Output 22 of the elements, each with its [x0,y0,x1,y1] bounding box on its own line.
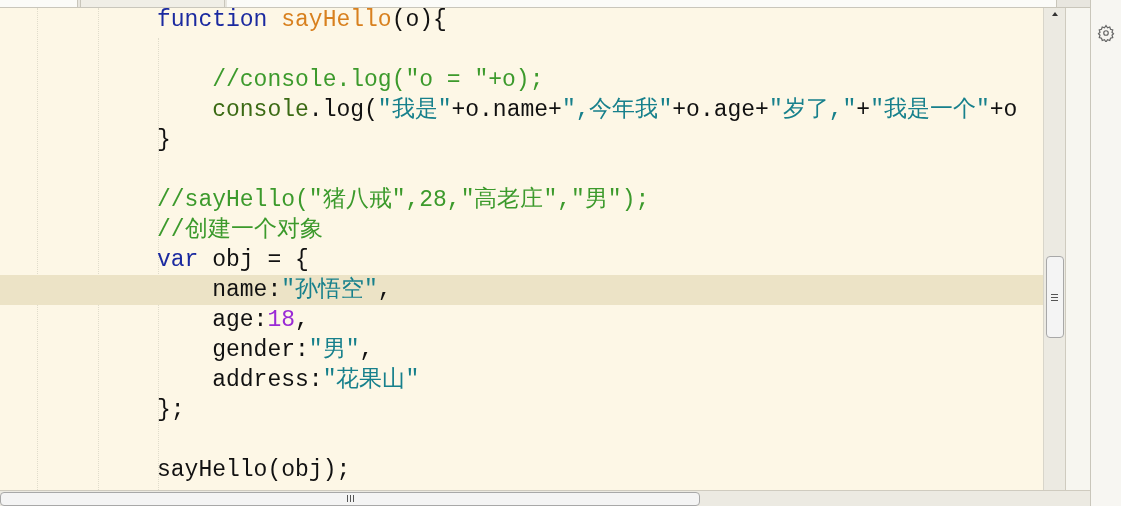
grip-icon [346,495,354,502]
code-line: //创建一个对象 [157,216,323,245]
scrollbar-thumb[interactable] [0,491,700,506]
code-editor[interactable] [0,8,1043,490]
settings-icon[interactable] [1097,24,1115,42]
vertical-scrollbar[interactable] [1043,8,1065,490]
grip-icon [1051,293,1058,301]
code-line: } [157,126,171,155]
code-line: function sayHello(o){ [157,8,447,35]
horizontal-scrollbar[interactable] [0,490,1090,506]
scroll-up-icon[interactable] [1051,12,1058,16]
code-line: sayHello(obj); [157,456,351,485]
code-line: console.log("我是"+o.name+",今年我"+o.age+"岁了,"+"我是一个"+o [211,96,1018,125]
code-line: var obj = { [157,246,309,275]
code-line: name:"孙悟空", [211,275,392,305]
code-line: //sayHello("猪八戒",28,"高老庄","男"); [157,185,650,215]
code-line: gender:"男", [211,336,374,365]
code-line: }; [157,396,185,425]
scrollbar-thumb[interactable] [1045,256,1064,338]
code-line: age:18, [211,306,309,335]
code-line: address:"花果山" [211,366,420,395]
code-line: //console.log("o = "+o); [211,66,544,95]
